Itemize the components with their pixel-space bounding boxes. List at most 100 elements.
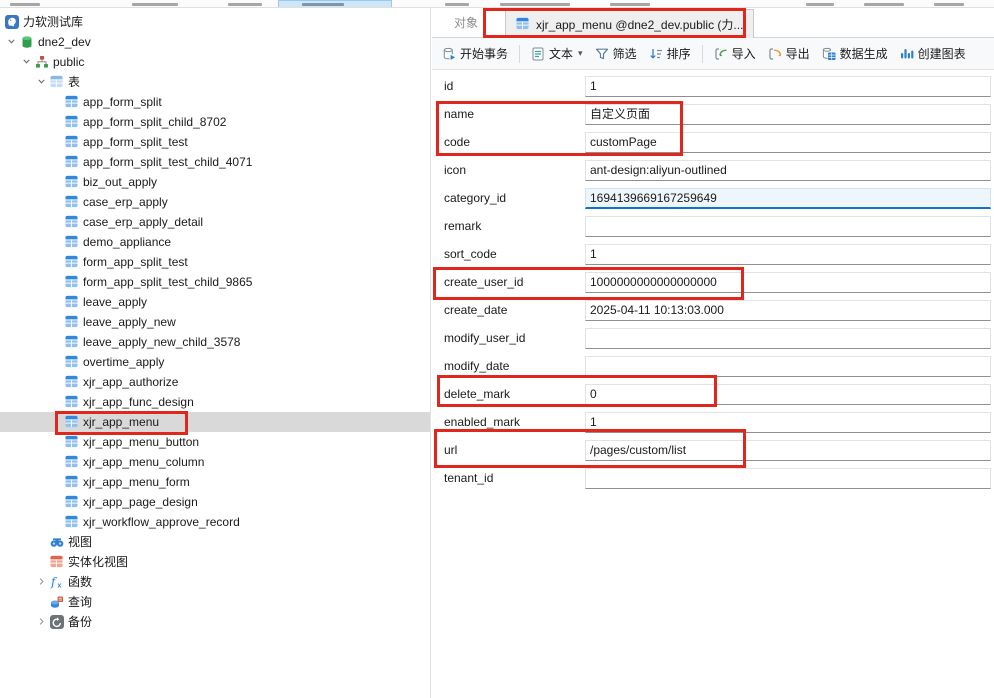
toolbar-button-begin-transaction[interactable]: 开始事务 [437, 42, 513, 65]
field-input-modify_date[interactable] [585, 356, 991, 377]
tree-item-demo_appliance[interactable]: demo_appliance [0, 232, 430, 252]
table-icon [65, 275, 79, 289]
tree-item-liruan-test-db[interactable]: 力软测试库 [0, 12, 430, 32]
tree-item-label: xjr_app_authorize [83, 375, 178, 389]
tree-item-label: 表 [68, 75, 80, 89]
toolbar-button-label: 创建图表 [918, 45, 966, 62]
tab-table-data[interactable]: xjr_app_menu @dne2_dev.public (力... [505, 9, 754, 38]
toolbar-button-export[interactable]: 导出 [763, 42, 815, 65]
tree-item-form_app_split_test[interactable]: form_app_split_test [0, 252, 430, 272]
field-label-url: url [444, 443, 457, 457]
field-input-modify_user_id[interactable] [585, 328, 991, 349]
tree-item-label: leave_apply [83, 295, 147, 309]
tree-item-xjr_app_menu_button[interactable]: xjr_app_menu_button [0, 432, 430, 452]
tree-item-case_erp_apply[interactable]: case_erp_apply [0, 192, 430, 212]
schema-icon [35, 55, 49, 69]
tree-item-xjr_app_menu[interactable]: xjr_app_menu [0, 412, 430, 432]
toolbar-button-text[interactable]: 文本▾ [526, 42, 588, 65]
table-icon [65, 495, 79, 509]
field-row-tenant_id: tenant_id [432, 468, 994, 489]
chevron-right-icon[interactable] [37, 577, 47, 587]
tree-item-app_form_split_child_8702[interactable]: app_form_split_child_8702 [0, 112, 430, 132]
field-input-delete_mark[interactable]: 0 [585, 384, 991, 405]
tree-item-app_form_split[interactable]: app_form_split [0, 92, 430, 112]
toolbar-button-create-chart[interactable]: 创建图表 [895, 42, 971, 65]
tree-item-label: app_form_split [83, 95, 162, 109]
tree-item-overtime_apply[interactable]: overtime_apply [0, 352, 430, 372]
toolbar-button-sort[interactable]: 排序 [644, 42, 696, 65]
tree-item-xjr_app_authorize[interactable]: xjr_app_authorize [0, 372, 430, 392]
query-icon [50, 595, 64, 609]
chevron-down-icon[interactable] [37, 77, 47, 87]
tree-item-xjr_app_page_design[interactable]: xjr_app_page_design [0, 492, 430, 512]
chevron-down-icon[interactable] [22, 57, 32, 67]
tree-item-leave_apply_new[interactable]: leave_apply_new [0, 312, 430, 332]
field-label-sort_code: sort_code [444, 247, 497, 261]
toolbar-button-filter[interactable]: 筛选 [590, 42, 642, 65]
chevron-down-icon[interactable] [7, 37, 17, 47]
tree-item-app_form_split_test[interactable]: app_form_split_test [0, 132, 430, 152]
tree-item-views[interactable]: 视图 [0, 532, 430, 552]
table-icon [516, 17, 530, 31]
database-icon [20, 35, 34, 49]
field-input-tenant_id[interactable] [585, 468, 991, 489]
record-form: id1name自定义页面codecustomPageiconant-design… [432, 70, 994, 698]
table-icon [65, 255, 79, 269]
field-input-id[interactable]: 1 [585, 76, 991, 97]
import-icon [714, 47, 728, 61]
field-input-icon[interactable]: ant-design:aliyun-outlined [585, 160, 991, 181]
tablelight-icon [50, 75, 64, 89]
table-icon [65, 295, 79, 309]
field-row-create_date: create_date2025-04-11 10:13:03.000 [432, 300, 994, 321]
svg-text:x: x [58, 583, 62, 590]
field-row-icon: icon ant-design:aliyun-outlined [432, 160, 994, 181]
tree-item-xjr_app_func_design[interactable]: xjr_app_func_design [0, 392, 430, 412]
tree-item-leave_apply[interactable]: leave_apply [0, 292, 430, 312]
field-row-enabled_mark: enabled_mark1 [432, 412, 994, 433]
tree-item-leave_apply_new_child_3578[interactable]: leave_apply_new_child_3578 [0, 332, 430, 352]
table-icon [65, 315, 79, 329]
toolbar-button-import[interactable]: 导入 [709, 42, 761, 65]
sort-icon [649, 47, 663, 61]
field-input-name[interactable]: 自定义页面 [585, 104, 991, 125]
chart-icon [900, 47, 914, 61]
tree-item-materialized-views[interactable]: 实体化视图 [0, 552, 430, 572]
tree-item-backups[interactable]: 备份 [0, 612, 430, 632]
field-input-category_id[interactable]: 1694139669167259649 [585, 188, 991, 209]
datagen-icon [822, 47, 836, 61]
chevron-down-icon[interactable]: ▾ [578, 48, 583, 59]
tree-item-form_app_split_test_child_9865[interactable]: form_app_split_test_child_9865 [0, 272, 430, 292]
table-icon [65, 355, 79, 369]
tree-item-tables-folder[interactable]: 表 [0, 72, 430, 92]
tree-item-biz_out_apply[interactable]: biz_out_apply [0, 172, 430, 192]
table-icon [65, 155, 79, 169]
toolbar-button-data-generation[interactable]: 数据生成 [817, 42, 893, 65]
field-input-sort_code[interactable]: 1 [585, 244, 991, 265]
tree-item-label: 函数 [68, 575, 92, 589]
field-row-modify_date: modify_date [432, 356, 994, 377]
table-icon [65, 515, 79, 529]
views-icon [50, 535, 64, 549]
field-row-remark: remark [432, 216, 994, 237]
table-icon [65, 235, 79, 249]
field-input-create_user_id[interactable]: 1000000000000000000 [585, 272, 991, 293]
tree-item-xjr_app_menu_form[interactable]: xjr_app_menu_form [0, 472, 430, 492]
tree-item-xjr_app_menu_column[interactable]: xjr_app_menu_column [0, 452, 430, 472]
tree-item-case_erp_apply_detail[interactable]: case_erp_apply_detail [0, 212, 430, 232]
tree-item-queries[interactable]: 查询 [0, 592, 430, 612]
tree-item-app_form_split_test_child_4071[interactable]: app_form_split_test_child_4071 [0, 152, 430, 172]
field-label-icon: icon [444, 163, 466, 177]
tab-objects[interactable]: 对象 [454, 8, 478, 38]
tree-item-public[interactable]: public [0, 52, 430, 72]
field-input-code[interactable]: customPage [585, 132, 991, 153]
tree-item-dne2_dev[interactable]: dne2_dev [0, 32, 430, 52]
field-input-create_date[interactable]: 2025-04-11 10:13:03.000 [585, 300, 991, 321]
tree-item-functions[interactable]: fx函数 [0, 572, 430, 592]
tab-table-data-label: xjr_app_menu @dne2_dev.public (力... [536, 16, 743, 33]
field-input-url[interactable]: /pages/custom/list [585, 440, 991, 461]
chevron-right-icon[interactable] [37, 617, 47, 627]
tree-item-label: 视图 [68, 535, 92, 549]
field-input-remark[interactable] [585, 216, 991, 237]
tree-item-xjr_workflow_approve_record[interactable]: xjr_workflow_approve_record [0, 512, 430, 532]
field-input-enabled_mark[interactable]: 1 [585, 412, 991, 433]
